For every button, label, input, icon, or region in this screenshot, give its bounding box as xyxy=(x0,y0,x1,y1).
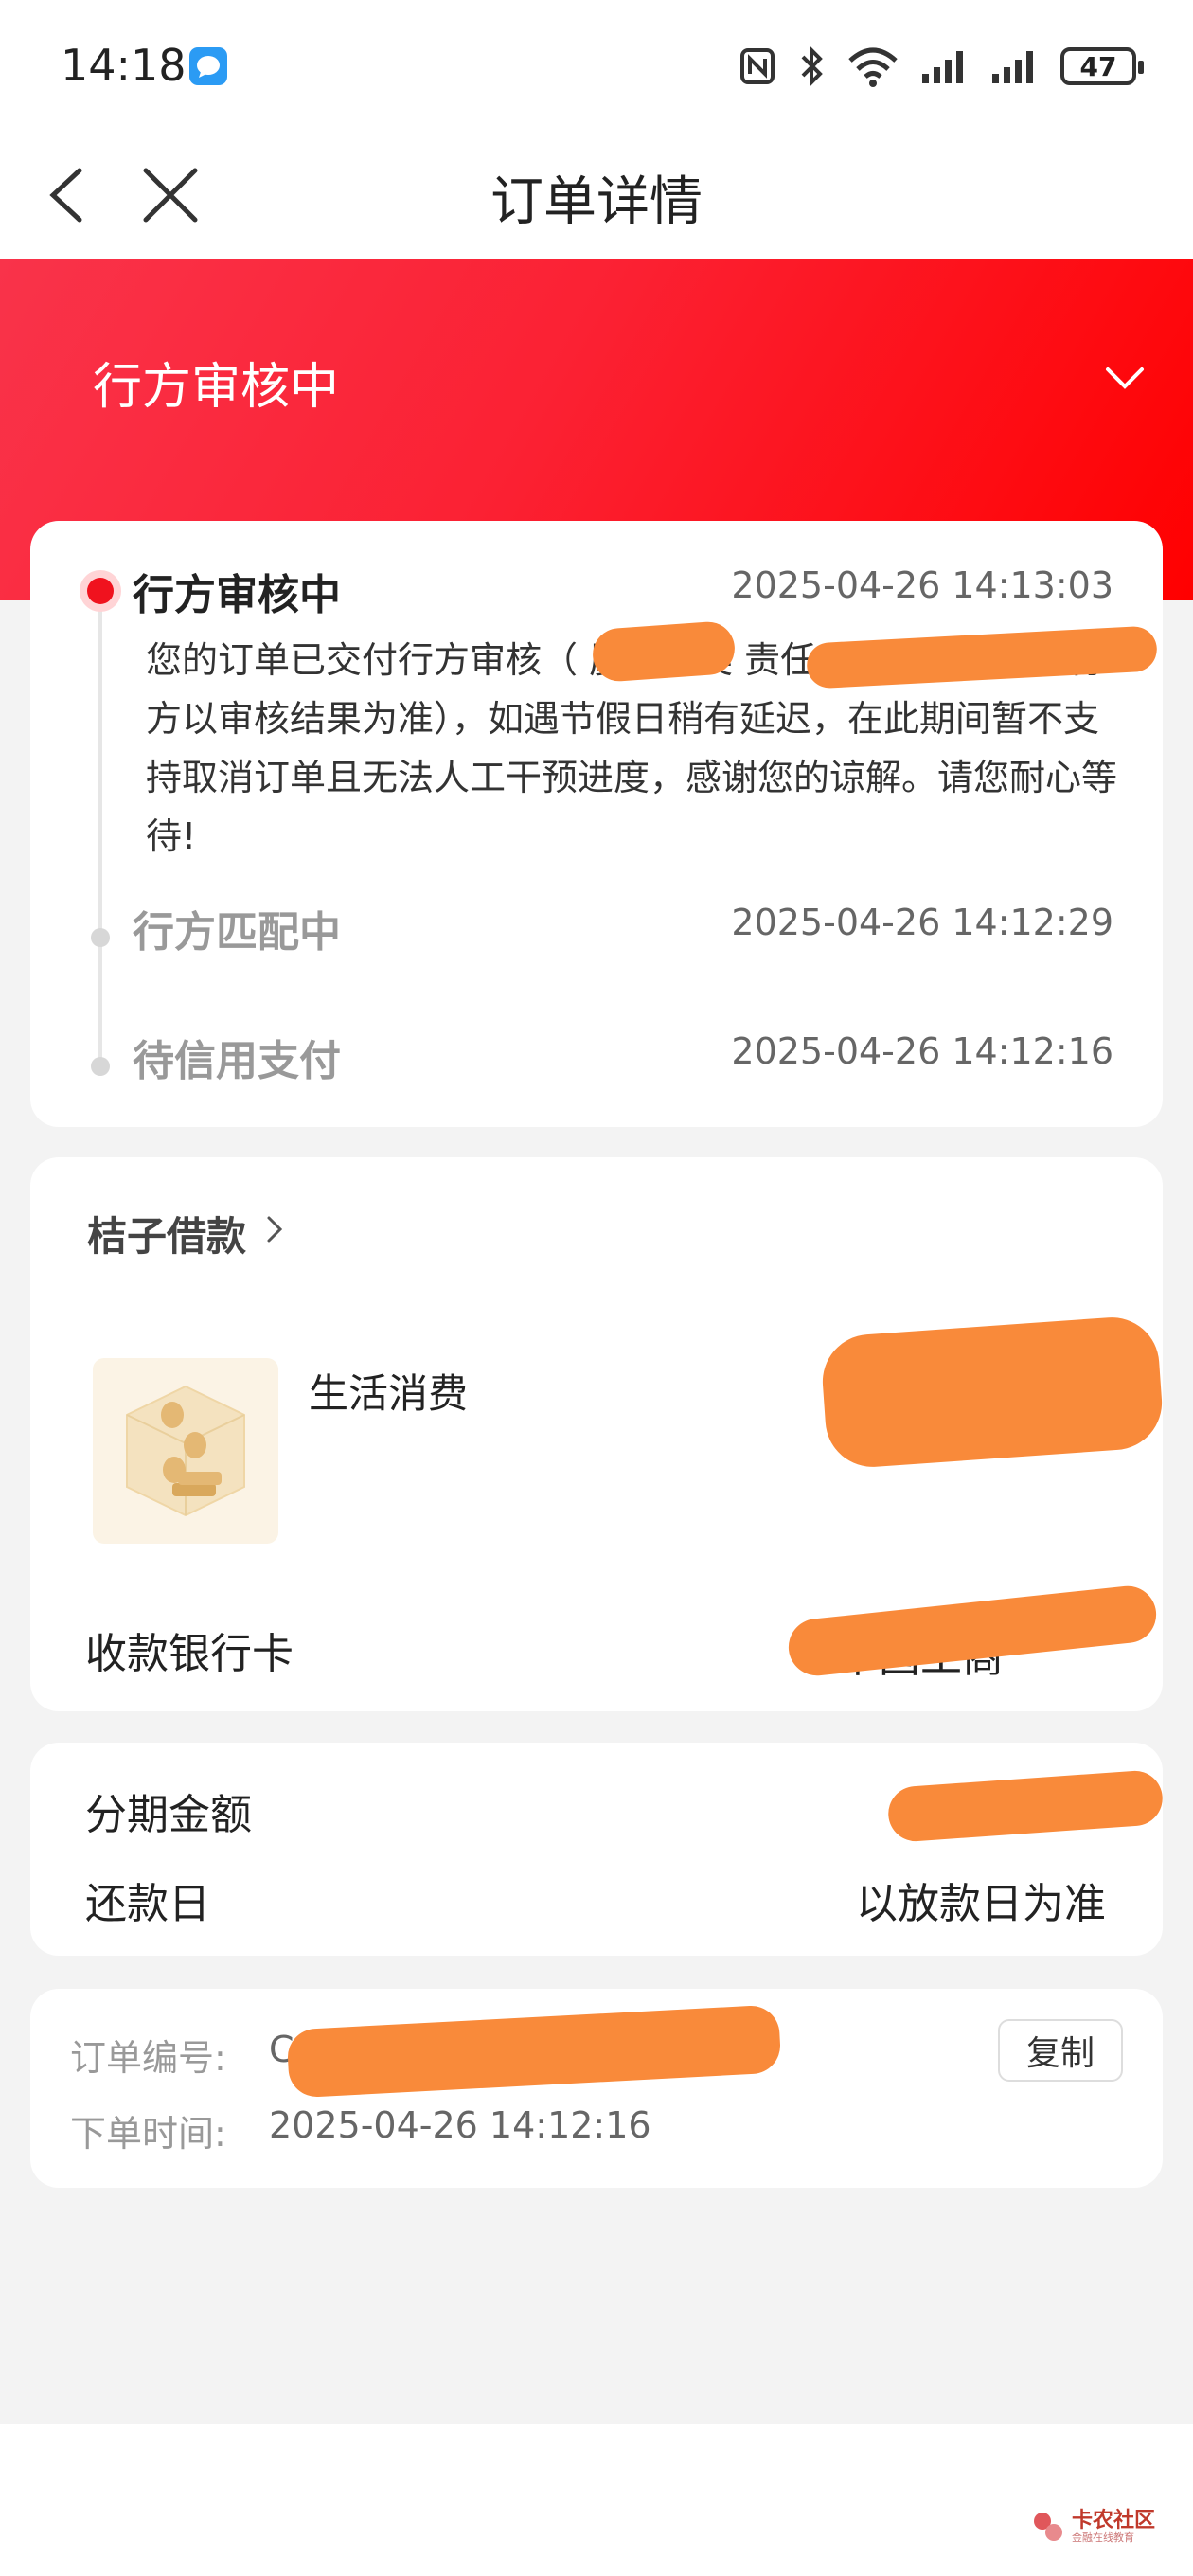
status-time: 14:18 xyxy=(61,40,187,91)
signal-icon-2 xyxy=(992,51,1033,83)
order-time-value: 2025-04-26 14:12:16 xyxy=(269,2104,651,2146)
repay-day-label: 还款日 xyxy=(85,1880,210,1928)
timeline-card: 行方审核中 2025-04-26 14:13:03 您的订单已交付行方审核（ 厦… xyxy=(30,521,1163,1127)
order-time-label: 下单时间: xyxy=(70,2113,226,2155)
redaction-mark xyxy=(591,619,737,684)
timeline-active-dot xyxy=(80,570,121,612)
nfc-icon xyxy=(740,48,775,84)
order-number-label: 订单编号: xyxy=(70,2037,226,2079)
watermark-logo-icon xyxy=(1033,2512,1062,2541)
amount-card: 分期金额 ¥ 还款日 以放款日为准 xyxy=(30,1743,1165,1956)
timeline-step-title: 行方审核中 xyxy=(133,571,341,619)
coins-box-icon xyxy=(126,1385,245,1517)
wifi-icon xyxy=(848,47,898,87)
nav-bar: 订单详情 xyxy=(0,133,1193,259)
watermark: 卡农社区 金融在线教育 xyxy=(1032,2508,1155,2544)
status-bar: 14:18 47 xyxy=(0,0,1193,133)
installment-amount-label: 分期金额 xyxy=(85,1791,252,1839)
redaction-mark xyxy=(286,2004,782,2099)
watermark-sub: 金融在线教育 xyxy=(1071,2531,1134,2544)
message-notification-icon xyxy=(189,47,227,85)
status-icons: 47 xyxy=(739,45,1144,87)
banner-title: 行方审核中 xyxy=(93,359,340,416)
redaction-mark xyxy=(819,1314,1166,1471)
product-card: 桔子借款 生活消费 收款银行卡 中国工商 xyxy=(30,1157,1166,1711)
battery-indicator: 47 xyxy=(1060,47,1144,85)
signal-icon xyxy=(922,51,963,83)
timeline-step-time: 2025-04-26 14:12:16 xyxy=(731,1030,1113,1072)
shop-name[interactable]: 桔子借款 xyxy=(87,1205,246,1262)
chevron-right-icon[interactable] xyxy=(258,1212,292,1246)
product-name: 生活消费 xyxy=(309,1370,469,1417)
redaction-mark xyxy=(886,1768,1165,1844)
bottom-area: 卡农社区 金融在线教育 xyxy=(0,2424,1193,2576)
timeline-dot xyxy=(91,1057,110,1076)
bluetooth-icon xyxy=(801,45,823,87)
timeline-dot xyxy=(91,928,110,947)
watermark-name: 卡农社区 xyxy=(1071,2508,1155,2532)
product-image xyxy=(93,1358,278,1544)
bank-card-label: 收款银行卡 xyxy=(85,1630,294,1678)
timeline-line xyxy=(98,578,102,1061)
timeline-step-title: 待信用支付 xyxy=(133,1037,341,1085)
copy-button[interactable]: 复制 xyxy=(998,2019,1123,2082)
timeline-step-time: 2025-04-26 14:13:03 xyxy=(731,564,1113,606)
repay-day-value: 以放款日为准 xyxy=(856,1880,1106,1928)
page-title: 订单详情 xyxy=(490,171,703,233)
battery-level: 47 xyxy=(1079,50,1117,82)
timeline-step-title: 行方匹配中 xyxy=(133,908,341,957)
order-info-card: 订单编号: C 复制 下单时间: 2025-04-26 14:12:16 xyxy=(30,1989,1163,2188)
chevron-down-icon[interactable] xyxy=(1102,354,1148,400)
timeline-step-time: 2025-04-26 14:12:29 xyxy=(731,902,1113,943)
